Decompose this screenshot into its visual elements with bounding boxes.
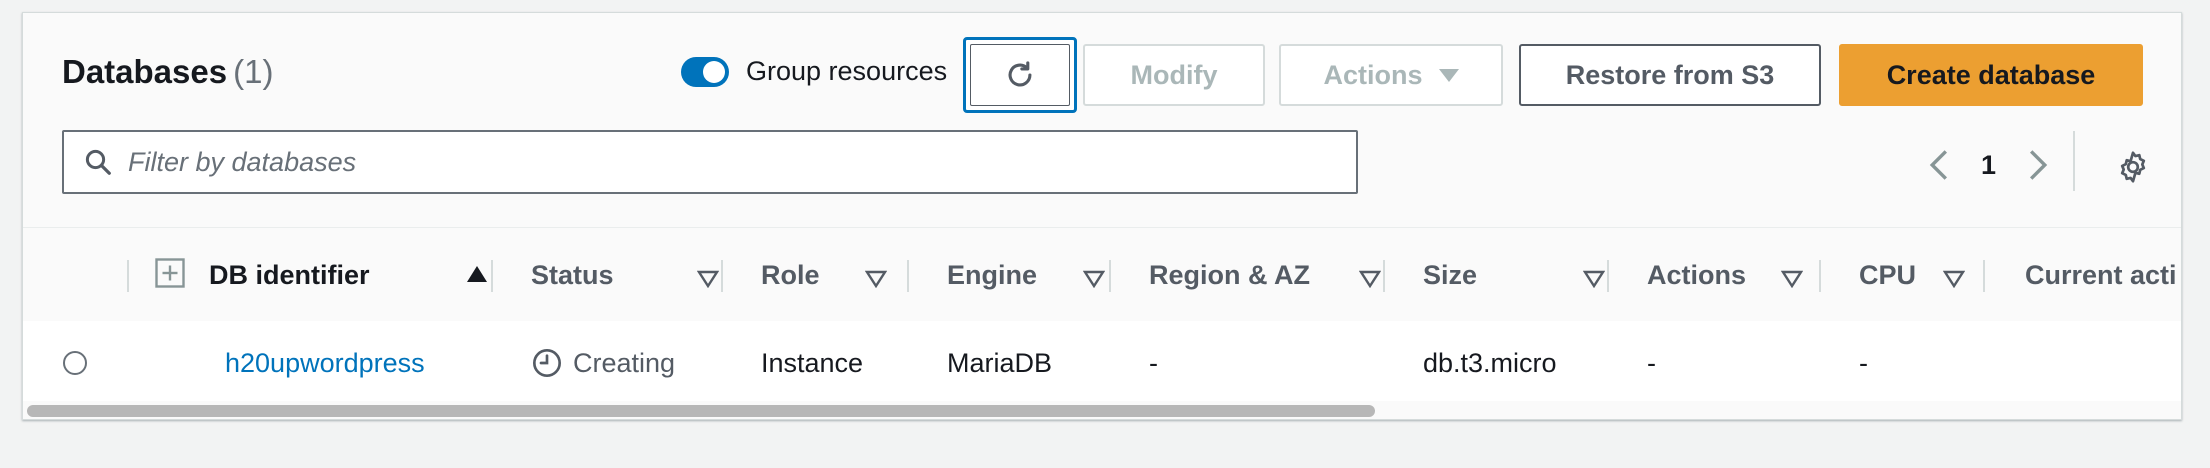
column-separator	[491, 260, 493, 292]
column-label: Current acti	[2025, 259, 2177, 290]
role-cell: Instance	[761, 321, 863, 405]
pager-divider	[2073, 131, 2075, 191]
sort-icon	[864, 264, 888, 295]
actions-text: -	[1647, 347, 1656, 378]
scrollbar-thumb[interactable]	[27, 405, 1375, 417]
column-separator	[907, 260, 909, 292]
status-cell: Creating	[531, 321, 675, 405]
refresh-button-inner	[970, 44, 1070, 106]
column-header-current-activity[interactable]: Current acti	[2025, 228, 2181, 322]
column-header-db-identifier[interactable]: DB identifier	[209, 228, 515, 322]
title-text: Databases	[62, 53, 228, 90]
restore-from-s3-button[interactable]: Restore from S3	[1519, 44, 1821, 106]
search-icon	[80, 144, 116, 180]
pagination: 1	[1919, 145, 2058, 185]
group-resources-toggle[interactable]	[681, 56, 729, 87]
expand-all-icon[interactable]	[155, 258, 185, 293]
sort-icon	[1780, 264, 1804, 295]
refresh-icon	[1008, 61, 1032, 87]
cpu-text: -	[1859, 347, 1868, 378]
group-resources-toggle-wrap[interactable]: Group resources	[681, 56, 947, 87]
column-header-role[interactable]: Role	[761, 228, 911, 322]
region-az-text: -	[1149, 347, 1158, 378]
region-az-cell: -	[1149, 321, 1158, 405]
column-separator	[1109, 260, 1111, 292]
sort-icon	[1942, 264, 1966, 295]
horizontal-scrollbar[interactable]	[23, 401, 2181, 419]
create-database-button[interactable]: Create database	[1839, 44, 2143, 106]
toggle-knob	[703, 60, 725, 83]
sort-icon	[1358, 264, 1382, 295]
column-label: Size	[1423, 259, 1478, 290]
refresh-button[interactable]	[963, 37, 1077, 113]
sort-icon	[696, 264, 720, 295]
gear-icon[interactable]	[2115, 149, 2151, 185]
page-title: Databases (1)	[62, 53, 273, 91]
group-resources-label: Group resources	[746, 56, 948, 86]
table-header: DB identifier Status Role Engine Region …	[23, 227, 2181, 323]
engine-text: MariaDB	[947, 347, 1053, 378]
previous-page-icon[interactable]	[1919, 145, 1959, 185]
column-separator	[721, 260, 723, 292]
sort-ascending-icon	[467, 266, 487, 282]
sort-icon	[1082, 264, 1106, 295]
column-header-size[interactable]: Size	[1423, 228, 1629, 322]
db-identifier-cell[interactable]: h20upwordpress	[225, 321, 425, 405]
databases-panel: Databases (1) Group resources Modify Acti…	[22, 12, 2182, 420]
column-label: DB identifier	[209, 259, 370, 290]
row-select-radio[interactable]	[63, 351, 87, 375]
actions-cell: -	[1647, 321, 1656, 405]
modify-button[interactable]: Modify	[1083, 44, 1265, 106]
column-label: Role	[761, 259, 820, 290]
column-separator	[1983, 260, 1985, 292]
column-separator	[1607, 260, 1609, 292]
column-header-status[interactable]: Status	[531, 228, 743, 322]
column-header-actions[interactable]: Actions	[1647, 228, 1827, 322]
cpu-cell: -	[1859, 321, 1868, 405]
actions-button-label: Actions	[1323, 59, 1423, 90]
size-text: db.t3.micro	[1423, 347, 1557, 378]
database-count: (1)	[233, 53, 274, 90]
table-row[interactable]: h20upwordpress Creating Instance MariaDB…	[23, 321, 2181, 406]
column-label: Actions	[1647, 259, 1747, 290]
modify-button-label: Modify	[1130, 59, 1218, 90]
create-button-label: Create database	[1886, 59, 2096, 90]
size-cell: db.t3.micro	[1423, 321, 1557, 405]
current-page-number[interactable]: 1	[1981, 150, 1996, 181]
column-label: CPU	[1859, 259, 1917, 290]
clock-icon	[531, 347, 563, 379]
column-label: Region & AZ	[1149, 259, 1310, 290]
caret-down-icon	[1438, 68, 1459, 82]
column-label: Engine	[947, 259, 1038, 290]
column-separator	[1819, 260, 1821, 292]
next-page-icon[interactable]	[2018, 145, 2058, 185]
db-identifier-link[interactable]: h20upwordpress	[225, 348, 425, 379]
engine-cell: MariaDB	[947, 321, 1052, 405]
filter-input[interactable]	[126, 145, 1310, 179]
column-header-engine[interactable]: Engine	[947, 228, 1129, 322]
column-header-cpu[interactable]: CPU	[1859, 228, 1989, 322]
column-separator	[1383, 260, 1385, 292]
role-text: Instance	[761, 347, 864, 378]
status-text: Creating	[573, 347, 676, 378]
actions-dropdown-button[interactable]: Actions	[1279, 44, 1503, 106]
sort-icon	[1582, 264, 1606, 295]
column-separator	[127, 260, 129, 292]
restore-button-label: Restore from S3	[1565, 59, 1775, 90]
column-header-region-az[interactable]: Region & AZ	[1149, 228, 1405, 322]
filter-box[interactable]	[62, 130, 1358, 194]
column-label: Status	[531, 259, 614, 290]
